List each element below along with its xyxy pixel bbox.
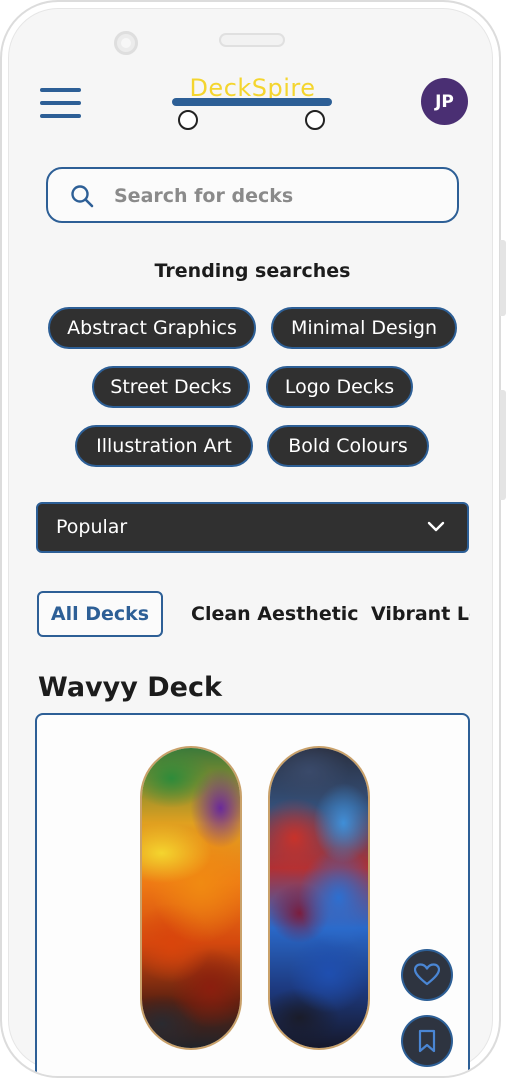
logo-board (172, 98, 332, 106)
search-input[interactable] (112, 179, 436, 213)
trending-title: Trending searches (154, 260, 351, 282)
category-tabs: All Decks Clean Aesthetic Vibrant Logos (2, 582, 470, 652)
chip-illustration-art[interactable]: Illustration Art (75, 425, 253, 467)
logo-wheel-right (305, 110, 325, 130)
chip-logo-decks[interactable]: Logo Decks (266, 366, 413, 408)
deck-image-back (270, 748, 368, 1048)
logo-wheel-left (178, 110, 198, 130)
tab-vibrant-logos[interactable]: Vibrant Logos (371, 591, 470, 637)
tab-all-decks[interactable]: All Decks (37, 591, 163, 637)
save-button[interactable] (403, 1017, 451, 1065)
bookmark-icon (418, 1029, 436, 1053)
front-camera (114, 31, 138, 55)
avatar[interactable]: JP (421, 78, 468, 125)
sort-selected-label: Popular (56, 516, 128, 538)
speaker-grille (221, 35, 283, 45)
volume-down-button (500, 390, 506, 500)
chip-street-decks[interactable]: Street Decks (92, 366, 250, 408)
chip-abstract-graphics[interactable]: Abstract Graphics (48, 307, 256, 349)
app-logo[interactable]: DeckSpire (170, 74, 335, 134)
chip-bold-colours[interactable]: Bold Colours (267, 425, 429, 467)
product-title: Wavyy Deck (38, 672, 222, 703)
deck-image-front (142, 748, 240, 1048)
volume-up-button (500, 240, 506, 316)
hamburger-icon[interactable] (40, 88, 82, 118)
chip-minimal-design[interactable]: Minimal Design (271, 307, 457, 349)
search-icon (71, 185, 94, 208)
heart-icon (414, 963, 440, 986)
like-button[interactable] (403, 951, 451, 999)
search-bar[interactable] (46, 167, 459, 223)
chevron-down-icon (427, 521, 445, 532)
phone-frame: DeckSpire JP Trending searches Abstract … (0, 0, 501, 1078)
tab-clean-aesthetic[interactable]: Clean Aesthetic (191, 591, 359, 637)
product-card[interactable] (35, 713, 470, 1076)
sort-dropdown[interactable]: Popular (36, 502, 469, 553)
